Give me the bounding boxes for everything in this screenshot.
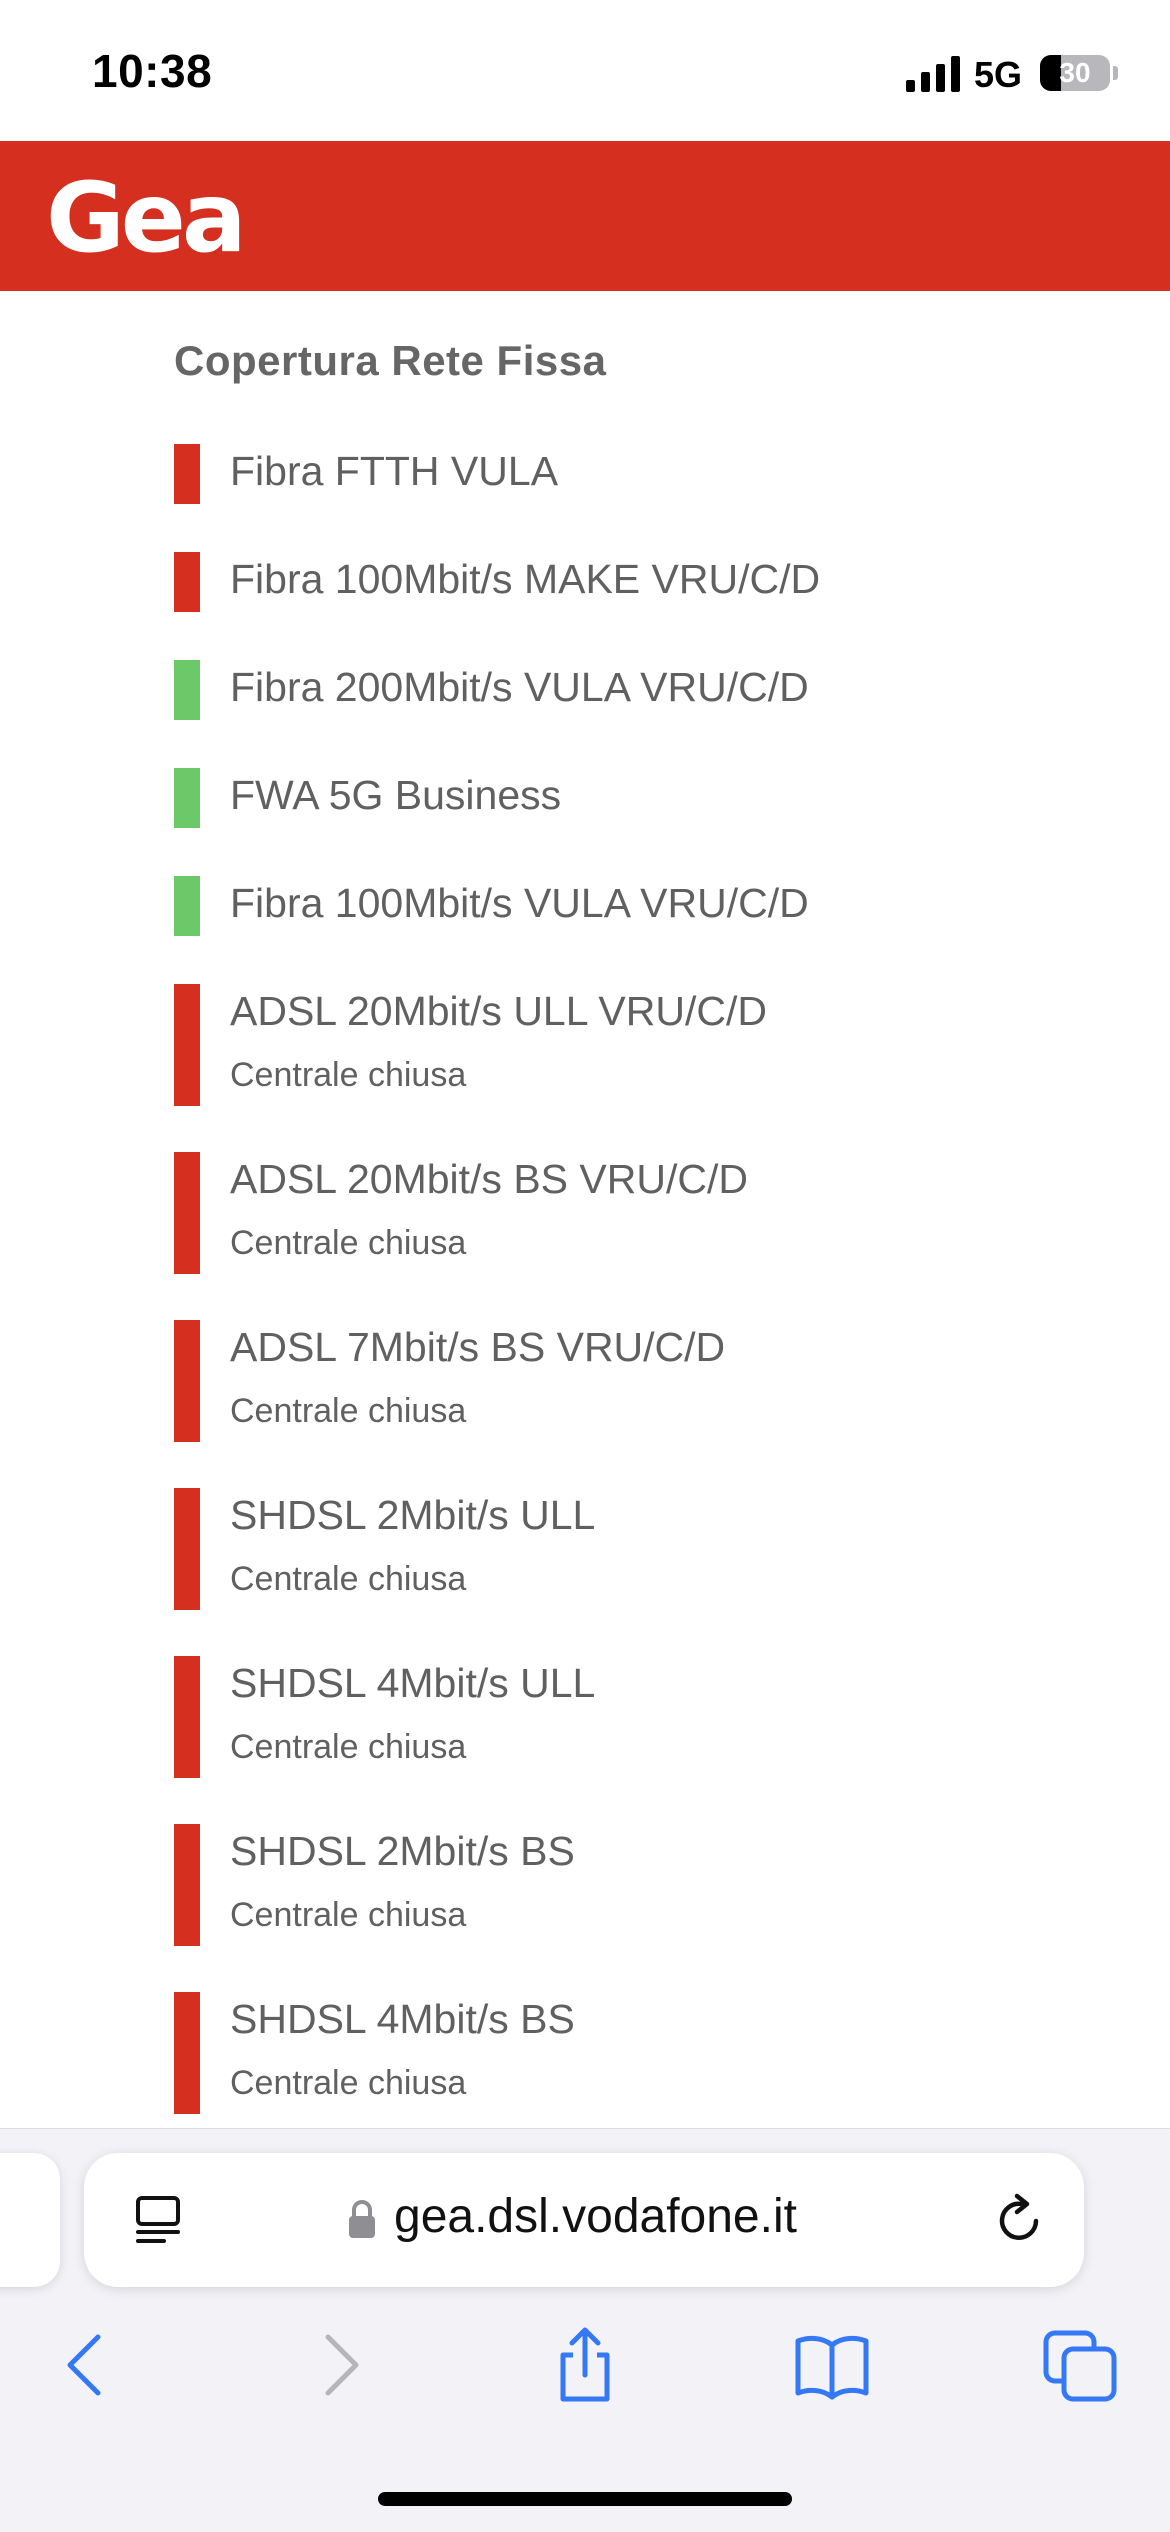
unavailable-indicator [174,444,200,504]
service-name: SHDSL 4Mbit/s BS [230,1996,575,2042]
gea-logo: Gea [46,171,247,263]
service-row: ADSL 20Mbit/s BS VRU/C/D Centrale chiusa [174,1152,1074,1274]
service-name: ADSL 20Mbit/s BS VRU/C/D [230,1156,748,1202]
address-bar[interactable]: gea.dsl.vodafone.it [84,2153,1084,2287]
available-indicator [174,660,200,720]
service-name: Fibra 100Mbit/s MAKE VRU/C/D [230,556,821,602]
service-row: SHDSL 4Mbit/s BS Centrale chiusa [174,1992,1074,2114]
share-icon[interactable] [545,2325,625,2405]
service-row: FWA 5G Business [174,768,1074,828]
svg-text:Gea: Gea [46,171,243,263]
coverage-content: Copertura Rete Fissa Fibra FTTH VULA Fibr… [0,291,1170,2131]
section-title: Copertura Rete Fissa [174,337,607,384]
battery-nub [1113,66,1118,80]
service-status: Centrale chiusa [230,1224,467,1262]
service-row: SHDSL 4Mbit/s ULL Centrale chiusa [174,1656,1074,1778]
service-name: SHDSL 2Mbit/s BS [230,1828,575,1874]
unavailable-indicator [174,1992,200,2114]
service-row: Fibra FTTH VULA [174,444,1074,504]
cellular-signal-icon [906,56,960,92]
browser-toolbar: gea.dsl.vodafone.it [0,2128,1170,2532]
service-status: Centrale chiusa [230,1056,467,1094]
service-row: SHDSL 2Mbit/s BS Centrale chiusa [174,1824,1074,1946]
available-indicator [174,768,200,828]
url-text: gea.dsl.vodafone.it [394,2190,797,2243]
battery-icon: 30 [1040,55,1110,91]
brand-header: Gea [0,141,1170,291]
home-indicator [378,2492,792,2506]
service-status: Centrale chiusa [230,1392,467,1430]
battery-level: 30 [1059,57,1091,88]
service-name: ADSL 7Mbit/s BS VRU/C/D [230,1324,726,1370]
unavailable-indicator [174,552,200,612]
status-bar: 10:38 5G 30 [0,0,1170,141]
unavailable-indicator [174,1488,200,1610]
service-name: FWA 5G Business [230,772,562,818]
service-name: Fibra FTTH VULA [230,448,559,494]
service-status: Centrale chiusa [230,1728,467,1766]
back-icon[interactable] [46,2325,126,2405]
service-name: Fibra 100Mbit/s VULA VRU/C/D [230,880,809,926]
service-row: SHDSL 2Mbit/s ULL Centrale chiusa [174,1488,1074,1610]
unavailable-indicator [174,1656,200,1778]
service-status: Centrale chiusa [230,2064,467,2102]
tabs-icon[interactable] [1040,2325,1120,2405]
network-type: 5G [974,54,1023,95]
unavailable-indicator [174,984,200,1106]
service-status: Centrale chiusa [230,1560,467,1598]
service-row: ADSL 20Mbit/s ULL VRU/C/D Centrale chiusa [174,984,1074,1106]
service-name: Fibra 200Mbit/s VULA VRU/C/D [230,664,809,710]
reader-icon[interactable] [134,2195,184,2245]
service-name: ADSL 20Mbit/s ULL VRU/C/D [230,988,767,1034]
bookmarks-icon[interactable] [792,2325,872,2405]
service-row: Fibra 100Mbit/s VULA VRU/C/D [174,876,1074,936]
lock-icon [349,2200,375,2238]
service-name: SHDSL 4Mbit/s ULL [230,1660,596,1706]
unavailable-indicator [174,1824,200,1946]
status-time: 10:38 [92,45,213,97]
available-indicator [174,876,200,936]
service-name: SHDSL 2Mbit/s ULL [230,1492,596,1538]
unavailable-indicator [174,1152,200,1274]
service-row: Fibra 200Mbit/s VULA VRU/C/D [174,660,1074,720]
service-status: Centrale chiusa [230,1896,467,1934]
service-row: ADSL 7Mbit/s BS VRU/C/D Centrale chiusa [174,1320,1074,1442]
reload-icon[interactable] [992,2193,1046,2247]
previous-tab-preview[interactable] [0,2153,60,2287]
unavailable-indicator [174,1320,200,1442]
forward-icon[interactable] [300,2325,380,2405]
service-row: Fibra 100Mbit/s MAKE VRU/C/D [174,552,1074,612]
